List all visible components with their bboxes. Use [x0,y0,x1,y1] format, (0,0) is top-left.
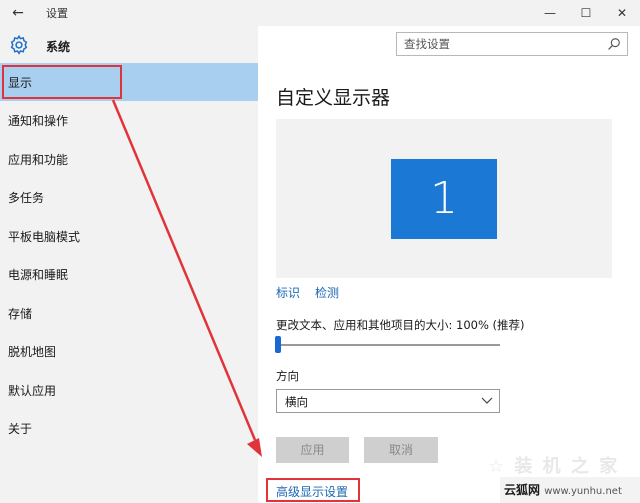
watermark-site-url: www.yunhu.net [544,486,622,497]
sidebar-item-offline-maps[interactable]: 脱机地图 [0,332,258,370]
apply-button[interactable]: 应用 [276,437,349,463]
window-title: 设置 [46,7,68,20]
display-preview-area: 1 [276,119,612,278]
sidebar-item-label: 应用和功能 [8,153,69,167]
sidebar-item-label: 平板电脑模式 [8,230,81,244]
sidebar-item-display[interactable]: 显示 [0,63,258,101]
sidebar-item-label: 多任务 [8,191,45,205]
sidebar-item-apps[interactable]: 应用和功能 [0,140,258,178]
scale-slider-track[interactable] [276,344,500,346]
sidebar-item-multitasking[interactable]: 多任务 [0,178,258,216]
watermark-site-label: 云狐网 [504,483,541,497]
scale-slider-thumb[interactable] [275,336,281,353]
annotation-box-display [2,65,122,99]
watermark-site: 云狐网 www.yunhu.net [500,477,640,503]
search-box [396,32,628,56]
sidebar-item-label: 通知和操作 [8,114,69,128]
search-input[interactable] [397,33,597,55]
back-button[interactable]: ← [8,3,28,23]
scale-label: 更改文本、应用和其他项目的大小: 100% (推荐) [276,318,525,332]
sidebar-item-label: 关于 [8,422,33,436]
minimize-button[interactable]: — [540,3,560,23]
detect-link[interactable]: 检测 [315,284,339,301]
cancel-button[interactable]: 取消 [364,437,438,463]
orientation-value: 横向 [285,395,308,409]
watermark-logo: ☆ 装 机 之 家 [488,456,620,477]
sidebar-item-notifications[interactable]: 通知和操作 [0,101,258,139]
maximize-button[interactable]: ☐ [576,3,596,23]
sidebar: 系统 显示 通知和操作 应用和功能 多任务 平板电脑模式 电源和睡眠 存储 脱机… [0,26,258,503]
sidebar-item-label: 存储 [8,307,33,321]
orientation-dropdown[interactable]: 横向 [276,389,500,413]
sidebar-item-about[interactable]: 关于 [0,409,258,447]
sidebar-item-tablet-mode[interactable]: 平板电脑模式 [0,217,258,255]
sidebar-item-label: 脱机地图 [8,345,57,359]
page-title: 自定义显示器 [276,87,391,109]
orientation-label: 方向 [276,369,299,383]
sidebar-item-label: 电源和睡眠 [8,268,69,282]
monitor-tile[interactable]: 1 [391,159,497,239]
sidebar-item-storage[interactable]: 存储 [0,294,258,332]
sidebar-header-label: 系统 [46,40,71,54]
search-icon[interactable] [607,37,621,51]
sidebar-item-default-apps[interactable]: 默认应用 [0,371,258,409]
watermark-site-name: 云狐网 www.yunhu.net [504,481,622,498]
sidebar-item-power-sleep[interactable]: 电源和睡眠 [0,255,258,293]
title-bar: ← 设置 — ☐ ✕ [0,0,640,26]
chevron-down-icon [481,397,493,404]
advanced-display-settings-link[interactable]: 高级显示设置 [276,483,348,500]
sidebar-item-label: 默认应用 [8,384,57,398]
gear-icon [10,34,28,55]
identify-link[interactable]: 标识 [276,284,300,301]
close-button[interactable]: ✕ [612,3,632,23]
